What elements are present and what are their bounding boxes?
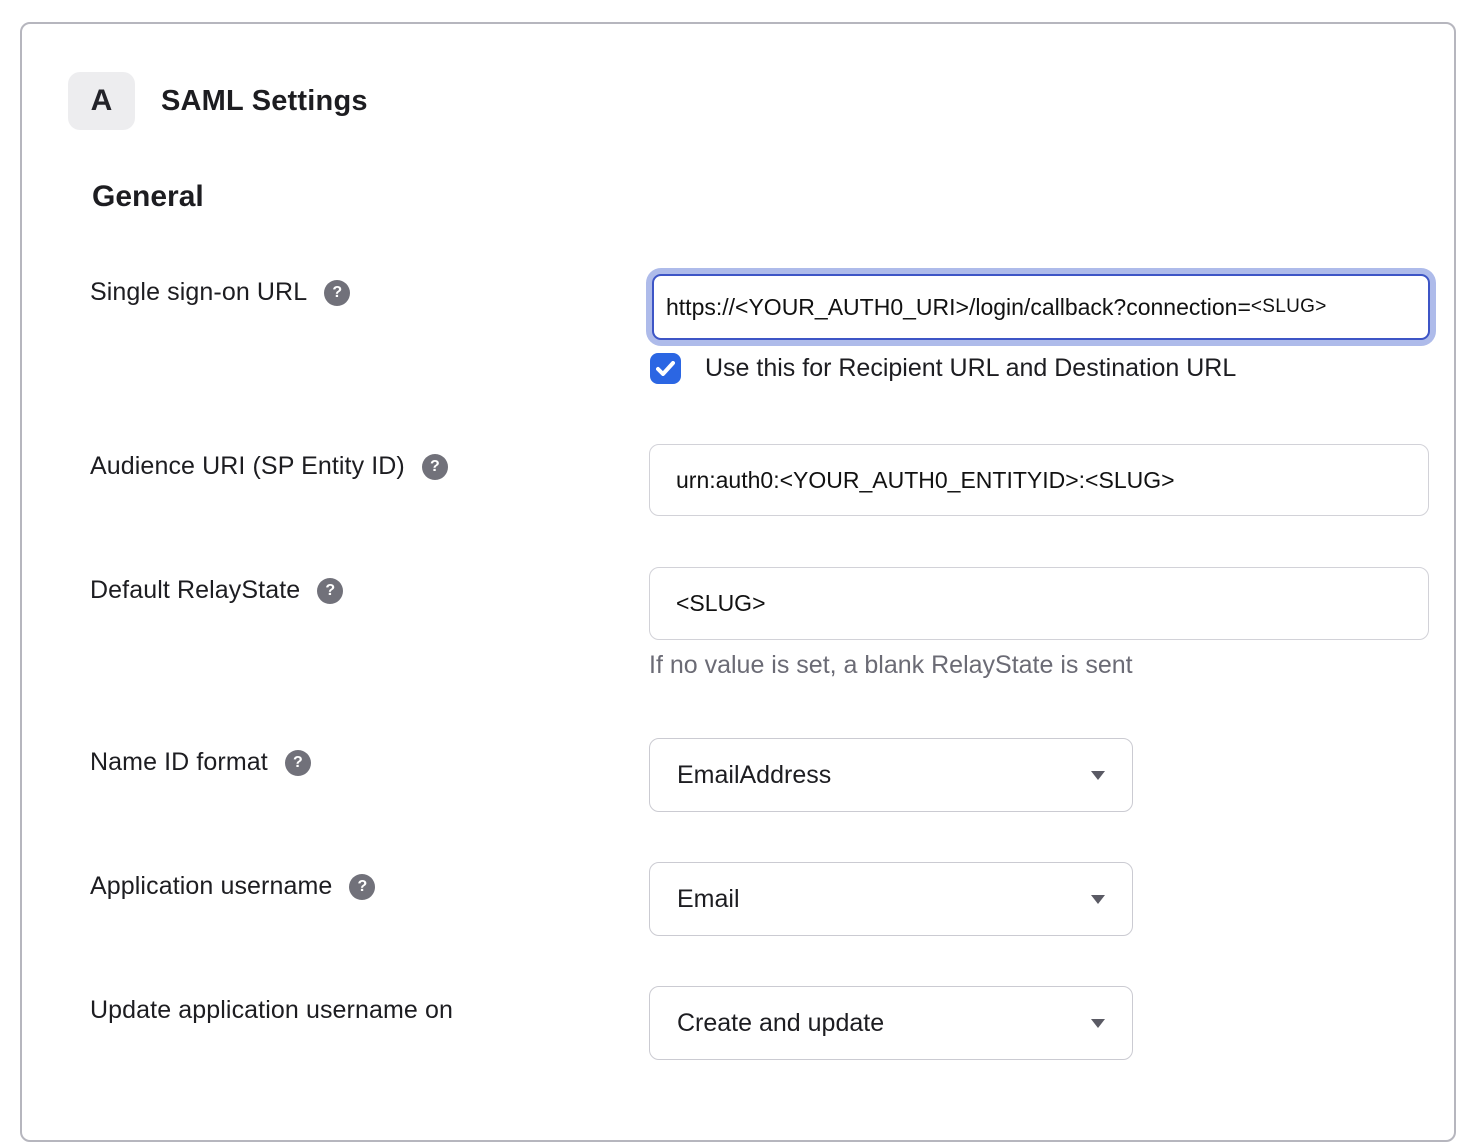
relaystate-helper-text: If no value is set, a blank RelayState i… (649, 651, 1133, 680)
update-username-label-row: Update application username on (90, 996, 453, 1025)
chevron-down-icon (1091, 895, 1105, 904)
page-title: SAML Settings (161, 72, 368, 130)
chevron-down-icon (1091, 771, 1105, 780)
application-username-label-row: Application username ? (90, 872, 375, 901)
help-glyph: ? (358, 878, 368, 896)
name-id-format-label-row: Name ID format ? (90, 748, 311, 777)
step-badge: A (68, 72, 135, 130)
sso-url-input[interactable]: https://<YOUR_AUTH0_URI>/login/callback?… (652, 274, 1430, 340)
audience-uri-label: Audience URI (SP Entity ID) (90, 452, 405, 481)
help-icon[interactable]: ? (422, 454, 448, 480)
application-username-label: Application username (90, 872, 332, 901)
section-heading-general: General (92, 180, 204, 214)
application-username-select[interactable]: Email (649, 862, 1133, 936)
application-username-value: Email (677, 885, 740, 914)
relaystate-label-row: Default RelayState ? (90, 576, 343, 605)
audience-uri-label-row: Audience URI (SP Entity ID) ? (90, 452, 448, 481)
sso-url-label-row: Single sign-on URL ? (90, 278, 350, 307)
update-username-select[interactable]: Create and update (649, 986, 1133, 1060)
sso-url-value: https://<YOUR_AUTH0_URI>/login/callback?… (666, 294, 1251, 321)
name-id-format-value: EmailAddress (677, 761, 831, 790)
name-id-format-select[interactable]: EmailAddress (649, 738, 1133, 812)
sso-url-slug: <SLUG> (1251, 296, 1327, 318)
relaystate-input[interactable]: <SLUG> (649, 567, 1429, 640)
chevron-down-icon (1091, 1019, 1105, 1028)
update-username-value: Create and update (677, 1009, 884, 1038)
update-username-label: Update application username on (90, 996, 453, 1025)
recipient-url-checkbox-label[interactable]: Use this for Recipient URL and Destinati… (705, 354, 1236, 383)
name-id-format-label: Name ID format (90, 748, 268, 777)
audience-uri-input[interactable]: urn:auth0:<YOUR_AUTH0_ENTITYID>:<SLUG> (649, 444, 1429, 516)
saml-settings-card: A SAML Settings General Single sign-on U… (20, 22, 1456, 1142)
help-glyph: ? (430, 458, 440, 476)
audience-uri-value: urn:auth0:<YOUR_AUTH0_ENTITYID>:<SLUG> (676, 467, 1175, 494)
recipient-url-checkbox-row: Use this for Recipient URL and Destinati… (650, 353, 1236, 384)
help-icon[interactable]: ? (285, 750, 311, 776)
recipient-url-checkbox[interactable] (650, 353, 681, 384)
checkmark-icon (656, 361, 675, 376)
help-icon[interactable]: ? (324, 280, 350, 306)
help-icon[interactable]: ? (317, 578, 343, 604)
relaystate-label: Default RelayState (90, 576, 300, 605)
help-glyph: ? (332, 284, 342, 302)
relaystate-value: <SLUG> (676, 590, 766, 617)
help-glyph: ? (325, 582, 335, 600)
help-glyph: ? (293, 754, 303, 772)
sso-url-label: Single sign-on URL (90, 278, 307, 307)
help-icon[interactable]: ? (349, 874, 375, 900)
